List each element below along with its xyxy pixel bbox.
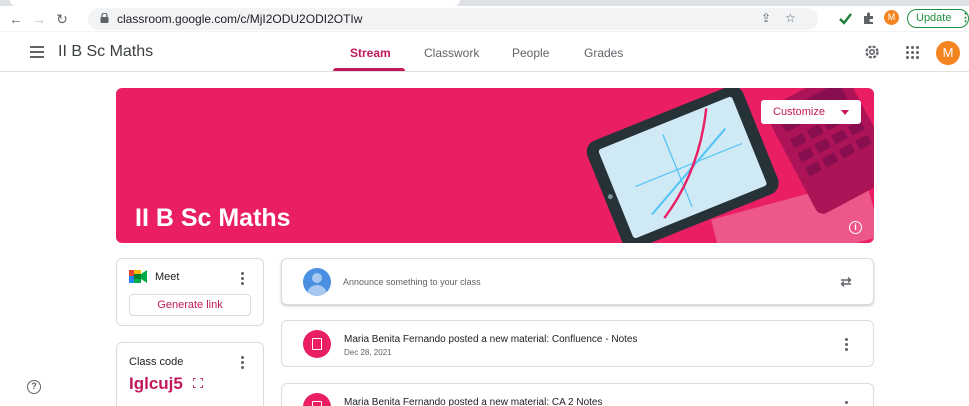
tab-classwork[interactable]: Classwork bbox=[424, 46, 479, 60]
customize-label: Customize bbox=[773, 106, 825, 118]
google-apps-icon[interactable] bbox=[906, 46, 919, 59]
post-more-icon[interactable] bbox=[845, 401, 848, 406]
account-avatar[interactable]: M bbox=[936, 41, 960, 65]
lock-icon bbox=[100, 13, 109, 23]
browser-update-button[interactable]: Update ⋮ bbox=[907, 9, 969, 28]
material-icon bbox=[303, 393, 331, 406]
meet-label: Meet bbox=[155, 271, 180, 283]
class-code-card: Class code Iglcuj5 bbox=[116, 342, 264, 406]
google-meet-icon bbox=[129, 270, 147, 283]
url-text[interactable]: classroom.google.com/c/MjI2ODU2ODI2OTIw bbox=[117, 12, 362, 26]
class-code-label: Class code bbox=[129, 356, 184, 368]
help-icon[interactable]: ? bbox=[27, 380, 41, 394]
meet-card: Meet Generate link bbox=[116, 258, 264, 326]
tab-people[interactable]: People bbox=[512, 46, 549, 60]
meet-more-icon[interactable] bbox=[241, 272, 244, 285]
user-avatar-icon bbox=[303, 268, 331, 296]
active-browser-tab[interactable] bbox=[10, 0, 460, 6]
browser-profile-avatar[interactable]: M bbox=[884, 10, 899, 25]
back-arrow-icon[interactable]: ← bbox=[8, 11, 24, 27]
class-title[interactable]: II B Sc Maths bbox=[58, 43, 153, 61]
class-banner: Customize II B Sc Maths i bbox=[116, 88, 874, 243]
puzzle-extension-icon[interactable] bbox=[861, 11, 876, 26]
class-code-value: Iglcuj5 bbox=[129, 374, 183, 393]
generate-link-button[interactable]: Generate link bbox=[129, 294, 251, 316]
announce-box[interactable]: Announce something to your class bbox=[281, 258, 874, 305]
stream-post[interactable]: Maria Benita Fernando posted a new mater… bbox=[281, 383, 874, 406]
bookmark-star-icon[interactable]: ☆ bbox=[785, 11, 796, 25]
fullscreen-icon[interactable] bbox=[193, 378, 203, 388]
post-title[interactable]: Maria Benita Fernando posted a new mater… bbox=[344, 334, 638, 345]
info-icon[interactable]: i bbox=[849, 221, 862, 234]
gear-icon[interactable] bbox=[863, 43, 881, 61]
customize-button[interactable]: Customize bbox=[761, 100, 861, 124]
post-title[interactable]: Maria Benita Fernando posted a new mater… bbox=[344, 397, 602, 406]
reload-icon[interactable]: ↻ bbox=[54, 11, 70, 27]
class-code-more-icon[interactable] bbox=[241, 356, 244, 369]
classroom-header: II B Sc Maths Stream Classwork People Gr… bbox=[0, 32, 969, 72]
banner-class-title: II B Sc Maths bbox=[135, 204, 291, 232]
active-tab-indicator bbox=[333, 68, 405, 71]
tab-grades[interactable]: Grades bbox=[584, 46, 623, 60]
tab-strip bbox=[0, 0, 969, 6]
browser-toolbar: ← → ↻ classroom.google.com/c/MjI2ODU2ODI… bbox=[0, 0, 969, 32]
tab-stream[interactable]: Stream bbox=[350, 46, 391, 60]
announce-placeholder[interactable]: Announce something to your class bbox=[343, 277, 481, 287]
forward-arrow-icon[interactable]: → bbox=[31, 11, 47, 27]
checkmark-extension-icon[interactable] bbox=[838, 11, 853, 26]
material-icon bbox=[303, 330, 331, 358]
post-date: Dec 28, 2021 bbox=[344, 348, 392, 357]
repost-icon[interactable] bbox=[839, 275, 853, 289]
hamburger-menu-icon[interactable] bbox=[30, 46, 44, 58]
more-vert-icon: ⋮ bbox=[960, 12, 969, 24]
dropdown-caret-icon bbox=[841, 110, 849, 115]
update-label: Update bbox=[916, 12, 952, 24]
share-icon[interactable]: ⇪ bbox=[761, 11, 771, 25]
stream-post[interactable]: Maria Benita Fernando posted a new mater… bbox=[281, 320, 874, 367]
post-more-icon[interactable] bbox=[845, 338, 848, 351]
